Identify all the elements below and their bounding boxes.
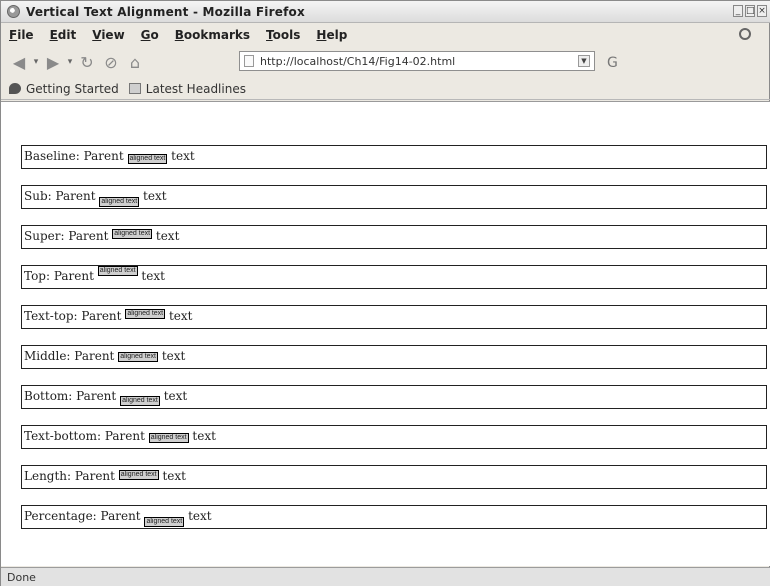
aligned-text-box: aligned text — [97, 266, 138, 276]
row-super: Super: Parent aligned text text — [21, 225, 767, 249]
bookmark-icon — [9, 83, 21, 94]
close-button[interactable]: × — [757, 5, 767, 17]
menu-bar: File Edit View Go Bookmarks Tools Help — [1, 24, 770, 46]
menu-file[interactable]: File — [9, 28, 34, 42]
row-suffix: text — [163, 389, 188, 403]
bookmark-label: Getting Started — [26, 81, 119, 96]
menu-tools[interactable]: Tools — [266, 28, 300, 42]
aligned-text-box: aligned text — [144, 517, 185, 528]
menu-bookmarks[interactable]: Bookmarks — [175, 28, 250, 42]
row-label: Text-bottom: Parent — [24, 429, 145, 443]
minimize-button[interactable]: _ — [733, 5, 743, 17]
aligned-text-box: aligned text — [118, 470, 159, 480]
aligned-text-box: aligned text — [112, 229, 153, 239]
live-feed-icon — [128, 83, 141, 94]
row-length: Length: Parent aligned text text — [21, 465, 767, 489]
row-percentage: Percentage: Parent aligned text text — [21, 505, 767, 529]
aligned-text-box: aligned text — [125, 309, 166, 319]
go-icon: G — [607, 55, 618, 71]
go-button[interactable]: G — [607, 55, 618, 71]
bookmark-getting-started[interactable]: Getting Started — [9, 82, 119, 96]
menu-go[interactable]: Go — [141, 28, 159, 42]
row-label: Length: Parent — [24, 469, 115, 483]
stop-icon: ⊘ — [104, 52, 118, 72]
status-bar: Done — [1, 567, 770, 586]
row-suffix: text — [162, 469, 186, 483]
title-bar: Vertical Text Alignment - Mozilla Firefo… — [1, 1, 770, 23]
home-icon: ⌂ — [129, 52, 141, 72]
back-arrow-icon: ◀ — [12, 52, 26, 72]
row-bottom: Bottom: Parent aligned text text — [21, 385, 767, 409]
row-text-bottom: Text-bottom: Parent aligned text text — [21, 425, 767, 449]
aligned-text-box: aligned text — [118, 351, 159, 362]
reload-icon: ↻ — [80, 52, 94, 72]
row-suffix: text — [143, 189, 167, 203]
row-suffix: text — [192, 429, 216, 443]
forward-arrow-icon: ▶ — [46, 52, 60, 72]
back-dropdown-icon[interactable]: ▾ — [31, 57, 41, 67]
row-suffix: text — [155, 229, 180, 243]
row-label: Bottom: Parent — [24, 389, 117, 403]
row-label: Middle: Parent — [24, 349, 115, 363]
bookmark-latest-headlines[interactable]: Latest Headlines — [128, 81, 246, 96]
row-text-top: Text-top: Parent aligned text text — [21, 305, 767, 329]
url-text: http://localhost/Ch14/Fig14-02.html — [260, 54, 456, 68]
reload-button[interactable]: ↻ — [75, 51, 99, 73]
bookmark-label: Latest Headlines — [145, 81, 246, 96]
forward-button[interactable]: ▶ — [41, 51, 65, 73]
home-button[interactable]: ⌂ — [123, 51, 147, 73]
row-label: Text-top: Parent — [24, 309, 122, 323]
navigation-toolbar: ◀ ▾ ▶ ▾ ↻ ⊘ ⌂ http://localhost/Ch14/Fig1… — [1, 47, 770, 77]
aligned-text-box: aligned text — [127, 154, 168, 164]
page-icon — [244, 55, 254, 67]
bookmarks-toolbar: Getting Started Latest Headlines — [1, 78, 770, 100]
window-title: Vertical Text Alignment - Mozilla Firefo… — [26, 4, 305, 19]
row-label: Top: Parent — [24, 269, 94, 283]
row-sub: Sub: Parent aligned text text — [21, 185, 767, 209]
browser-window: Vertical Text Alignment - Mozilla Firefo… — [0, 0, 770, 586]
forward-dropdown-icon[interactable]: ▾ — [65, 57, 75, 67]
row-label: Baseline: Parent — [24, 149, 124, 163]
row-suffix: text — [171, 149, 195, 163]
menu-view[interactable]: View — [92, 28, 124, 42]
url-dropdown-icon[interactable]: ▼ — [578, 55, 590, 67]
url-bar[interactable]: http://localhost/Ch14/Fig14-02.html ▼ — [239, 51, 595, 71]
row-baseline: Baseline: Parent aligned text text — [21, 145, 767, 169]
row-middle: Middle: Parent aligned text text — [21, 345, 767, 369]
aligned-text-box: aligned text — [120, 396, 160, 406]
aligned-text-box: aligned text — [148, 433, 189, 443]
row-label: Sub: Parent — [24, 189, 96, 203]
maximize-button[interactable]: □ — [745, 5, 755, 17]
row-label: Percentage: Parent — [24, 509, 141, 523]
row-suffix: text — [161, 349, 186, 363]
throbber-icon — [739, 28, 751, 40]
page-content: Baseline: Parent aligned text text Sub: … — [1, 101, 770, 566]
row-suffix: text — [168, 309, 193, 323]
row-label: Super: Parent — [24, 229, 109, 243]
status-text: Done — [7, 571, 36, 584]
row-suffix: text — [141, 269, 165, 283]
back-button[interactable]: ◀ — [7, 51, 31, 73]
aligned-text-box: aligned text — [99, 197, 140, 208]
menu-help[interactable]: Help — [316, 28, 347, 42]
stop-button[interactable]: ⊘ — [99, 51, 123, 73]
window-controls: _ □ × — [733, 5, 767, 17]
menu-edit[interactable]: Edit — [50, 28, 77, 42]
firefox-icon — [7, 5, 20, 18]
row-top: Top: Parent aligned text text — [21, 265, 767, 289]
row-suffix: text — [188, 509, 212, 523]
